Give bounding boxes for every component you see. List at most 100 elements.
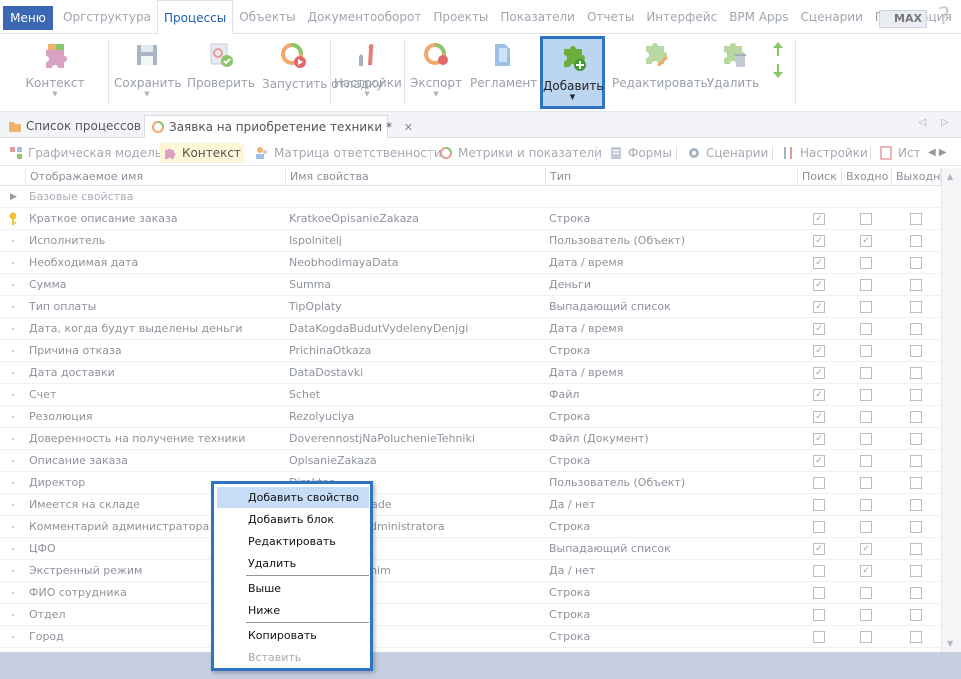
input-checkbox[interactable] [860,587,872,599]
tab-documents[interactable]: Документооборот [302,0,428,34]
input-checkbox[interactable] [860,345,872,357]
input-checkbox[interactable] [860,411,872,423]
search-checkbox[interactable]: ✓ [813,323,825,335]
scroll-up-icon[interactable]: ▲ [947,172,953,181]
menu-move-down[interactable]: Ниже [217,600,369,621]
input-checkbox[interactable] [860,609,872,621]
output-checkbox[interactable] [910,323,922,335]
output-checkbox[interactable] [910,257,922,269]
add-button[interactable]: Добавить ▼ [540,36,605,109]
max-toggle[interactable]: MAX [879,10,927,28]
output-checkbox[interactable] [910,235,922,247]
tab-scroll-arrows[interactable]: ◁ ▷ [918,117,955,128]
tab-equipment-request[interactable]: Заявка на приобретение техники * ✕ [144,115,413,138]
move-arrows-button[interactable] [768,36,788,108]
menu-add-block[interactable]: Добавить блок [217,509,369,530]
column-display-name[interactable]: Отображаемое имя [26,168,286,186]
table-row[interactable]: Необходимая дата NeobhodimayaData Дата / в… [0,252,941,274]
input-checkbox[interactable] [860,257,872,269]
menu-edit[interactable]: Редактировать [217,531,369,552]
column-output[interactable]: Выходн [892,168,941,186]
export-button[interactable]: Экспорт ▼ [408,36,464,108]
output-checkbox[interactable] [910,279,922,291]
output-checkbox[interactable] [910,587,922,599]
table-row[interactable]: ДиректорDirektorПользователь (Объект) [0,472,941,494]
output-checkbox[interactable] [910,521,922,533]
help-icon[interactable]: ? [934,2,954,30]
search-checkbox[interactable] [813,609,825,621]
search-checkbox[interactable]: ✓ [813,389,825,401]
table-row[interactable]: ФИО сотрудникаFIOSotrudnikaСтрока [0,582,941,604]
input-checkbox[interactable] [860,279,872,291]
table-row[interactable]: Имеется на складеImeetsyaNaSkladeДа / не… [0,494,941,516]
toolbar-scroll-arrows[interactable]: ◀ ▶ [926,143,947,163]
tab-orgstructure[interactable]: Оргструктура [57,0,157,34]
metrics-button[interactable]: Метрики и показатели [436,143,602,163]
search-checkbox[interactable]: ✓ [813,213,825,225]
menu-add-property[interactable]: Добавить свойство [217,487,369,508]
scenarios-button[interactable]: Сценарии [684,143,768,163]
input-checkbox[interactable] [860,455,872,467]
settings-button[interactable]: Настройки ▼ [334,36,402,108]
tab-processes[interactable]: Процессы [156,0,234,35]
input-checkbox[interactable] [860,521,872,533]
search-checkbox[interactable]: ✓ [813,257,825,269]
delete-button[interactable]: Удалить [706,36,760,108]
search-checkbox[interactable]: ✓ [813,367,825,379]
search-checkbox[interactable] [813,631,825,643]
menu-delete[interactable]: Удалить [217,553,369,574]
search-checkbox[interactable] [813,521,825,533]
table-row[interactable]: Исполнитель Ispolnitelj Пользователь (Объе… [0,230,941,252]
table-row[interactable]: Тип оплаты TipOplaty Выпадающий список ✓ [0,296,941,318]
input-checkbox[interactable] [860,477,872,489]
output-checkbox[interactable] [910,609,922,621]
output-checkbox[interactable] [910,433,922,445]
input-checkbox[interactable] [860,301,872,313]
tab-indicators[interactable]: Показатели [494,0,581,34]
column-property-name[interactable]: Имя свойства [286,168,546,186]
table-row[interactable]: Резолюция Rezolyuciya Строка ✓ [0,406,941,428]
output-checkbox[interactable] [910,631,922,643]
search-checkbox[interactable] [813,477,825,489]
input-checkbox[interactable] [860,631,872,643]
responsibility-matrix-button[interactable]: Матрица ответственности [252,143,442,163]
scroll-down-icon[interactable]: ▼ [947,639,953,648]
forms-button[interactable]: Формы [606,143,672,163]
table-row[interactable]: Причина отказа PrichinaOtkaza Строка ✓ [0,340,941,362]
output-checkbox[interactable] [910,565,922,577]
tab-process-list[interactable]: Список процессов [2,115,142,138]
tab-bpm-apps[interactable]: BPM Apps [723,0,794,34]
search-checkbox[interactable]: ✓ [813,411,825,423]
graph-model-button[interactable]: Графическая модель [6,143,162,163]
input-checkbox[interactable] [860,499,872,511]
table-row[interactable]: Счет Schet Файл ✓ [0,384,941,406]
save-button[interactable]: Сохранить ▼ [114,36,182,108]
menu-move-up[interactable]: Выше [217,578,369,599]
tab-projects[interactable]: Проекты [427,0,494,34]
table-row[interactable]: ГородGorodСтрока [0,626,941,648]
tab-reports[interactable]: Отчеты [581,0,640,34]
output-checkbox[interactable] [910,499,922,511]
search-checkbox[interactable] [813,565,825,577]
output-checkbox[interactable] [910,345,922,357]
search-checkbox[interactable]: ✓ [813,279,825,291]
input-checkbox[interactable] [860,389,872,401]
output-checkbox[interactable] [910,411,922,423]
check-button[interactable]: Проверить [187,36,255,108]
table-row[interactable]: Сумма Summa Деньги ✓ [0,274,941,296]
output-checkbox[interactable] [910,367,922,379]
search-checkbox[interactable] [813,587,825,599]
vertical-scrollbar[interactable]: ▲ ▼ [941,168,961,652]
search-checkbox[interactable]: ✓ [813,235,825,247]
input-checkbox[interactable]: ✓ [860,543,872,555]
table-row[interactable]: Дата доставки DataDostavki Дата / время ✓ [0,362,941,384]
column-type[interactable]: Тип [546,168,798,186]
output-checkbox[interactable] [910,301,922,313]
tab-objects[interactable]: Объекты [233,0,301,34]
output-checkbox[interactable] [910,455,922,467]
output-checkbox[interactable] [910,543,922,555]
table-row[interactable]: Дата, когда будут выделены деньги DataKog… [0,318,941,340]
column-input[interactable]: Входно [842,168,892,186]
table-row[interactable]: ЦФОCFOВыпадающий список✓✓ [0,538,941,560]
output-checkbox[interactable] [910,389,922,401]
